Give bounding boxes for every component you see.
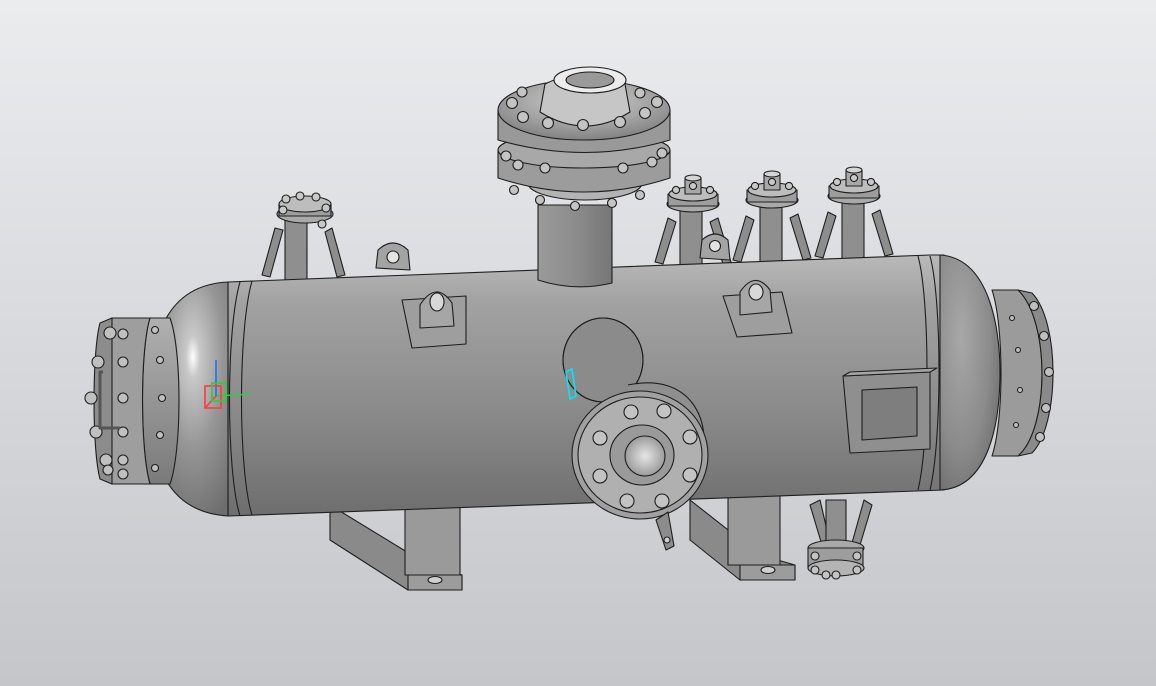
lifting-lug-left [401,291,467,349]
lifting-lug-top [375,242,411,271]
nameplate-bracket [842,367,938,454]
lifting-lug-rear [699,233,731,261]
nozzle-bottom [807,499,873,580]
nozzle-top-main [497,66,671,288]
left-end-flange [84,317,180,485]
cad-3d-viewport[interactable] [0,0,1156,686]
right-end-flange [991,289,1055,457]
pressure-vessel-model[interactable] [0,0,1156,686]
